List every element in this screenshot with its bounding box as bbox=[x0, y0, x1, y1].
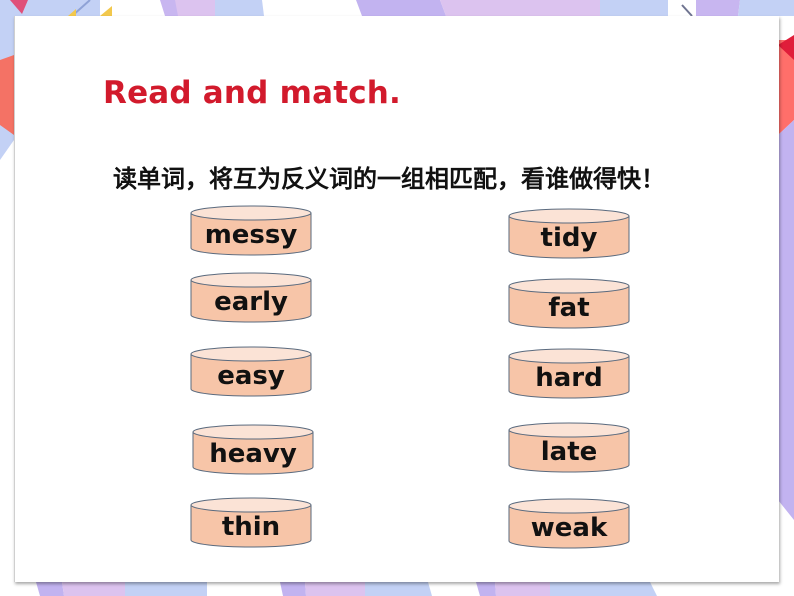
right-word-card[interactable]: late bbox=[508, 422, 630, 473]
word-label: early bbox=[214, 287, 288, 317]
slide-title: Read and match. bbox=[103, 75, 402, 111]
word-label: messy bbox=[204, 220, 298, 250]
right-word-card[interactable]: hard bbox=[508, 348, 630, 399]
word-label: fat bbox=[548, 293, 590, 323]
right-word-card[interactable]: fat bbox=[508, 278, 630, 329]
instruction-text: 读单词，将互为反义词的一组相匹配，看谁做得快！ bbox=[113, 165, 665, 193]
left-word-card[interactable]: early bbox=[190, 272, 312, 323]
left-word-card[interactable]: thin bbox=[190, 497, 312, 548]
word-label: late bbox=[540, 437, 598, 467]
word-label: thin bbox=[221, 512, 281, 542]
word-label: heavy bbox=[209, 439, 297, 469]
left-word-card[interactable]: easy bbox=[190, 346, 312, 397]
right-word-card[interactable]: weak bbox=[508, 498, 630, 549]
right-word-card[interactable]: tidy bbox=[508, 208, 630, 259]
word-label: hard bbox=[535, 363, 603, 393]
word-label: tidy bbox=[540, 223, 598, 253]
word-label: weak bbox=[530, 513, 608, 543]
left-word-card[interactable]: heavy bbox=[192, 424, 314, 475]
left-word-card[interactable]: messy bbox=[190, 205, 312, 256]
word-label: easy bbox=[217, 361, 285, 391]
